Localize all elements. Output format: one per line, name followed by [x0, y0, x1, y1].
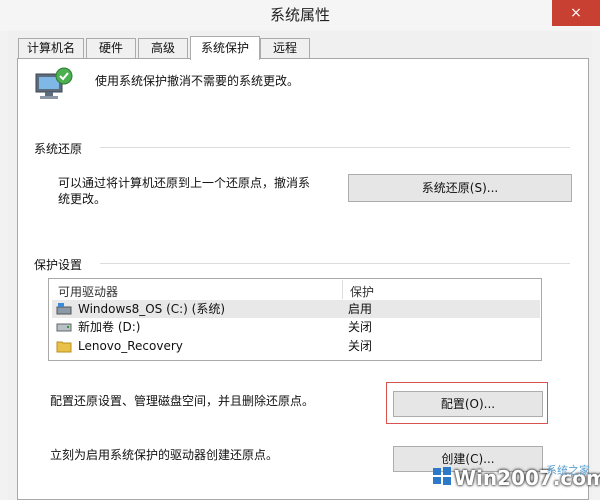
drive-status: 关闭 — [348, 339, 373, 353]
tab-label: 高级 — [150, 41, 175, 55]
window-title: 系统属性 — [269, 6, 330, 24]
tab-advanced[interactable]: 高级 — [138, 38, 188, 58]
tab-system-protection[interactable]: 系统保护 — [190, 36, 260, 60]
tab-label: 计算机名 — [26, 41, 75, 55]
window-frame-right — [592, 31, 600, 500]
table-row[interactable]: Windows8_OS (C:) (系统) 启用 — [52, 300, 540, 318]
protection-heading: 保护设置 — [34, 258, 83, 272]
intro-text: 使用系统保护撤消不需要的系统更改。 — [95, 74, 300, 88]
tab-label: 远程 — [272, 41, 297, 55]
create-label: 创建(C)... — [441, 452, 495, 466]
drive-name: Windows8_OS (C:) (系统) — [78, 302, 226, 316]
drive-icon — [56, 323, 72, 332]
configure-button[interactable]: 配置(O)... — [393, 391, 543, 417]
close-button[interactable]: × — [552, 0, 600, 26]
windows-logo-icon — [433, 467, 451, 485]
column-header-protection: 保护 — [350, 285, 375, 299]
configure-label: 配置(O)... — [440, 397, 496, 411]
drive-name: Lenovo_Recovery — [78, 339, 183, 353]
config-desc: 配置还原设置、管理磁盘空间，并且删除还原点。 — [50, 394, 315, 408]
close-icon: × — [570, 5, 582, 21]
tab-label: 系统保护 — [200, 41, 249, 55]
tab-hardware[interactable]: 硬件 — [86, 38, 136, 58]
system-protection-icon — [35, 67, 73, 99]
drive-status: 关闭 — [348, 320, 373, 334]
protection-divider — [100, 263, 570, 264]
system-drive-icon — [56, 303, 72, 315]
column-header-drive: 可用驱动器 — [58, 285, 119, 299]
column-separator — [342, 280, 343, 299]
create-desc: 立刻为启用系统保护的驱动器创建还原点。 — [50, 448, 279, 462]
drive-name: 新加卷 (D:) — [78, 320, 141, 334]
folder-icon — [56, 341, 72, 353]
drive-status: 启用 — [348, 302, 373, 316]
restore-desc-line2: 统更改。 — [58, 192, 107, 206]
system-restore-label: 系统还原(S)... — [421, 181, 499, 195]
tab-computer-name[interactable]: 计算机名 — [18, 38, 84, 58]
table-row[interactable]: 新加卷 (D:) 关闭 — [52, 318, 540, 336]
watermark-subtext: 系统之家 — [546, 464, 590, 477]
tab-remote[interactable]: 远程 — [260, 38, 310, 58]
system-restore-button[interactable]: 系统还原(S)... — [348, 174, 572, 202]
window-frame-left — [0, 31, 8, 500]
restore-desc-line1: 可以通过将计算机还原到上一个还原点，撤消系 — [58, 176, 311, 190]
tab-label: 硬件 — [98, 41, 123, 55]
table-row[interactable]: Lenovo_Recovery 关闭 — [52, 337, 540, 355]
restore-divider — [100, 147, 570, 148]
restore-heading: 系统还原 — [34, 142, 83, 156]
